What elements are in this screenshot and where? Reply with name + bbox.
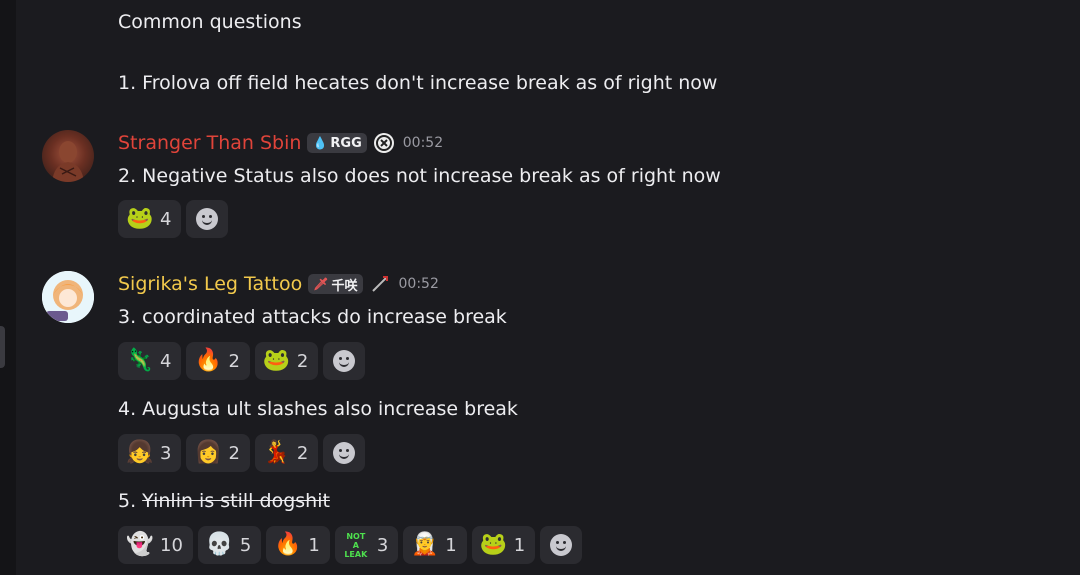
reaction[interactable]: 🔥 2: [186, 342, 250, 380]
anime-girl-emoji-icon: 💃: [262, 440, 291, 465]
reaction[interactable]: 👻 10: [118, 526, 193, 564]
add-reaction-button[interactable]: [186, 200, 229, 238]
ghost-emoji-icon: 👻: [126, 532, 154, 557]
guild-tag-label: 千咲: [331, 278, 358, 294]
strikethrough-text: Yinlin is still dogshit: [142, 490, 330, 512]
timestamp[interactable]: 00:52: [399, 276, 439, 292]
reaction-count: 4: [160, 350, 172, 372]
add-reaction-button[interactable]: [323, 434, 366, 472]
timestamp[interactable]: 00:52: [403, 135, 443, 151]
anime-girl-emoji-icon: 👩: [194, 440, 222, 465]
avatar-image: [52, 141, 84, 182]
role-badge-icon[interactable]: [369, 273, 391, 295]
avatar[interactable]: [42, 130, 94, 182]
reaction[interactable]: 🧝 1: [403, 526, 467, 564]
add-reaction-button[interactable]: [323, 342, 366, 380]
message-line: 2. Negative Status also does not increas…: [118, 165, 721, 187]
reaction[interactable]: 👧 3: [118, 434, 182, 472]
guild-tag-label: RGG: [330, 135, 362, 151]
pepe-cry-emoji-icon: 🐸: [479, 532, 508, 557]
reaction-bar: 🐸 4: [118, 200, 229, 238]
smiley-icon: [333, 350, 356, 372]
not-a-leak-emoji-icon: NOT A LEAK: [343, 532, 369, 559]
reaction[interactable]: 🔥 1: [266, 526, 330, 564]
smiley-icon: [550, 534, 573, 556]
reaction[interactable]: NOT A LEAK 3: [334, 526, 399, 564]
avatar[interactable]: [42, 271, 94, 323]
reaction-count: 2: [228, 442, 240, 464]
username[interactable]: Stranger Than Sbin: [118, 132, 301, 154]
message-header: Sigrika's Leg Tattoo 🗡 千咲 00:52: [118, 271, 439, 297]
scroll-handle[interactable]: [0, 326, 5, 368]
message-line: 4. Augusta ult slashes also increase bre…: [118, 398, 518, 420]
reaction-bar: 👧 3 👩 2 💃 2: [118, 434, 366, 472]
pepe-cry-emoji-icon: 🐸: [262, 348, 291, 373]
frog-emoji-icon: 🦎: [126, 348, 154, 373]
leak-line-1: NOT A: [346, 531, 366, 550]
smiley-icon: [196, 208, 219, 230]
reaction-count: 10: [160, 534, 183, 556]
reaction-count: 3: [160, 442, 172, 464]
smiley-icon: [333, 442, 356, 464]
message-line: Common questions: [118, 11, 302, 33]
guild-tag[interactable]: 💧 RGG: [307, 133, 367, 153]
flame-drop-icon: 💧: [312, 136, 328, 150]
sword-icon: 🗡: [313, 277, 329, 291]
reaction-count: 5: [239, 534, 252, 556]
fire-emoji-icon: 🔥: [194, 348, 222, 373]
reaction[interactable]: 👩 2: [186, 434, 250, 472]
username[interactable]: Sigrika's Leg Tattoo: [118, 273, 302, 295]
reaction-count: 4: [160, 208, 172, 230]
reaction-bar: 👻 10 💀 5 🔥 1 NOT A LEAK 3 🧝 1 🐸 1: [118, 526, 583, 564]
reaction-bar: 🦎 4 🔥 2 🐸 2: [118, 342, 366, 380]
reaction[interactable]: 💀 5: [197, 526, 262, 564]
add-reaction-button[interactable]: [540, 526, 583, 564]
leak-line-2: LEAK: [344, 549, 368, 559]
avatar-image: [42, 271, 94, 323]
list-number: 5.: [118, 490, 143, 512]
reaction-count: 1: [513, 534, 526, 556]
reaction[interactable]: 🐸 1: [471, 526, 536, 564]
reaction-count: 1: [308, 534, 320, 556]
reaction[interactable]: 🦎 4: [118, 342, 182, 380]
message-line: 3. coordinated attacks do increase break: [118, 306, 507, 328]
reaction[interactable]: 💃 2: [254, 434, 319, 472]
character-emoji-icon: 🧝: [411, 532, 439, 557]
reaction-count: 2: [296, 442, 309, 464]
role-badge-icon[interactable]: [373, 132, 395, 154]
guild-tag[interactable]: 🗡 千咲: [308, 274, 363, 294]
anime-girl-emoji-icon: 👧: [126, 440, 154, 465]
reaction[interactable]: 🐸 4: [118, 200, 182, 238]
pepe-cry-emoji-icon: 🐸: [126, 206, 154, 231]
fire-emoji-icon: 🔥: [274, 532, 302, 557]
skull-emoji-icon: 💀: [205, 532, 234, 557]
message-header: Stranger Than Sbin 💧 RGG 00:52: [118, 130, 443, 156]
reaction-count: 2: [296, 350, 309, 372]
reaction-count: 2: [228, 350, 240, 372]
reaction-count: 1: [445, 534, 457, 556]
reaction[interactable]: 🐸 2: [254, 342, 319, 380]
message-line: 5. Yinlin is still dogshit: [118, 489, 330, 513]
channel-sidebar-edge: [0, 0, 16, 575]
message-line: 1. Frolova off field hecates don't incre…: [118, 72, 718, 94]
reaction-count: 3: [376, 534, 389, 556]
